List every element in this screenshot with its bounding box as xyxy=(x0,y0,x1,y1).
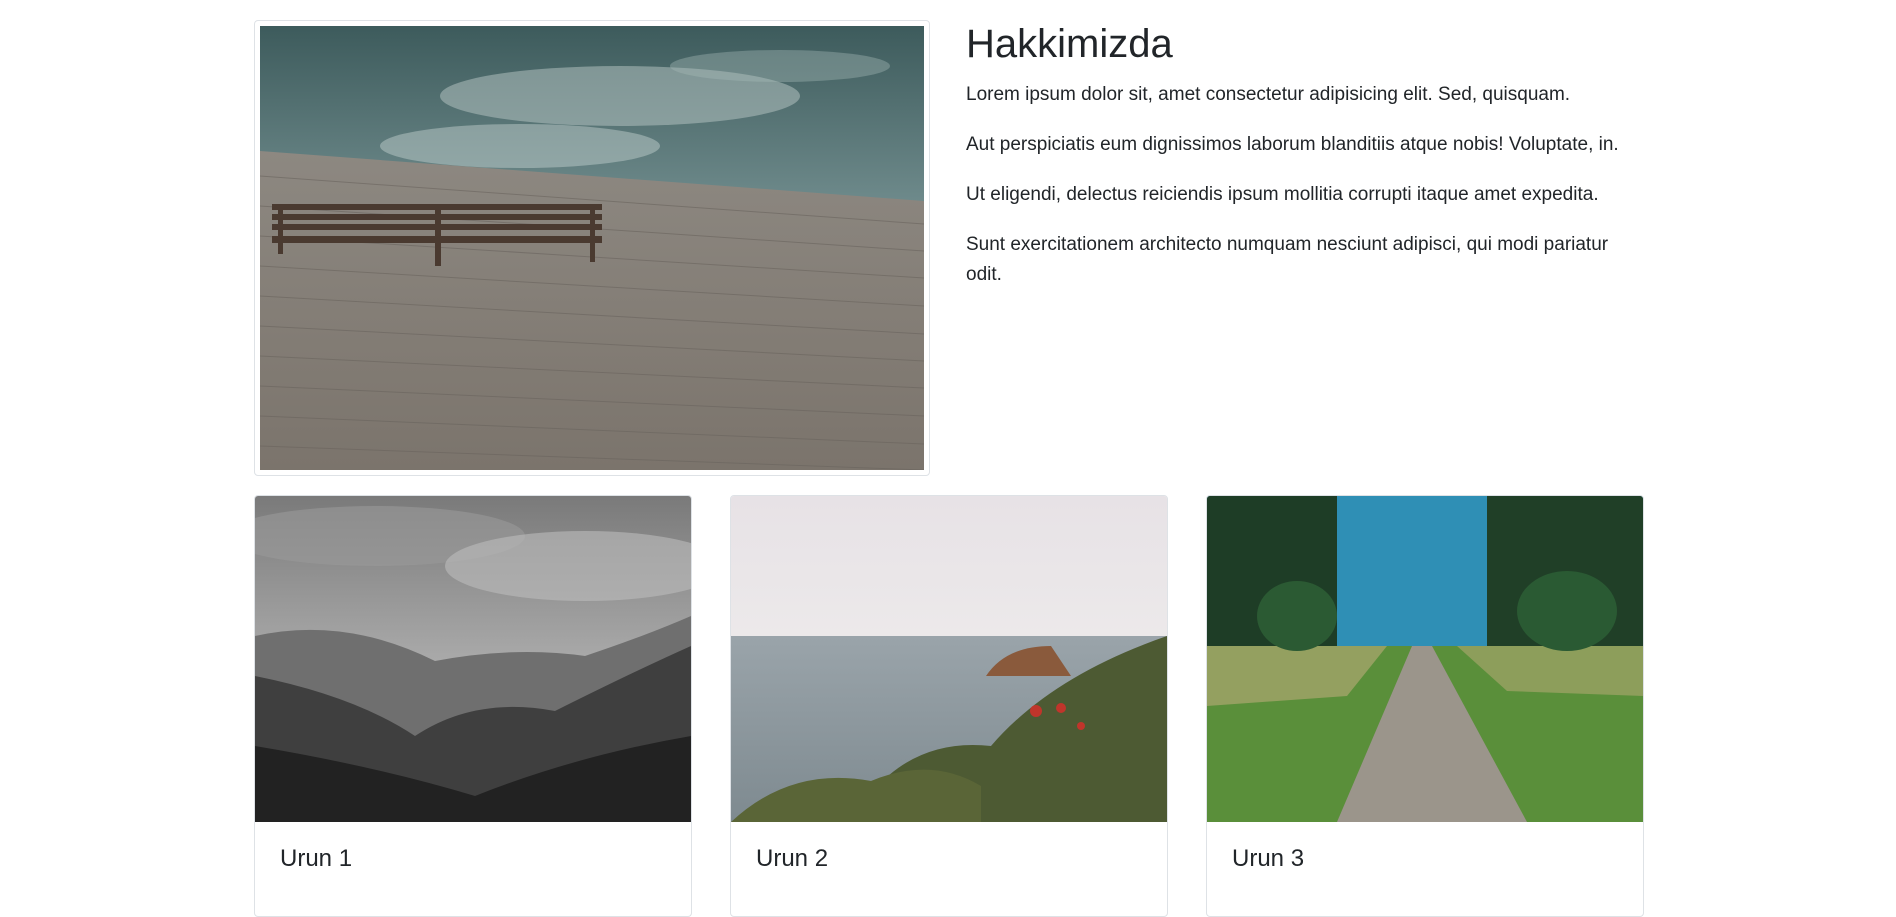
about-paragraph-1: Lorem ipsum dolor sit, amet consectetur … xyxy=(966,84,1571,105)
mountain-valley-image xyxy=(255,496,691,822)
product-card-1[interactable]: Urun 1 xyxy=(254,495,692,917)
about-title: Hakkimizda xyxy=(966,22,1173,66)
about-image xyxy=(254,20,930,476)
page-container: Hakkimizda Lorem ipsum dolor sit, amet c… xyxy=(254,0,1644,917)
sea-coast-image xyxy=(731,496,1167,822)
pier-bench-image xyxy=(260,26,924,470)
product-title-3: Urun 3 xyxy=(1232,845,1305,872)
about-section: Hakkimizda Lorem ipsum dolor sit, amet c… xyxy=(254,0,1642,480)
forest-path-image xyxy=(1207,496,1643,822)
about-paragraph-3: Ut eligendi, delectus reiciendis ipsum m… xyxy=(966,184,1599,205)
product-card-2[interactable]: Urun 2 xyxy=(730,495,1168,917)
product-title-1: Urun 1 xyxy=(280,845,353,872)
about-paragraph-2: Aut perspiciatis eum dignissimos laborum… xyxy=(966,134,1619,155)
product-title-2: Urun 2 xyxy=(756,845,829,872)
about-paragraph-4: Sunt exercitationem architecto numquam n… xyxy=(966,234,1609,285)
product-cards: Urun 1 Urun 2 Urun 3 xyxy=(254,495,1644,917)
product-card-3[interactable]: Urun 3 xyxy=(1206,495,1644,917)
about-text: Hakkimizda Lorem ipsum dolor sit, amet c… xyxy=(966,20,1646,310)
